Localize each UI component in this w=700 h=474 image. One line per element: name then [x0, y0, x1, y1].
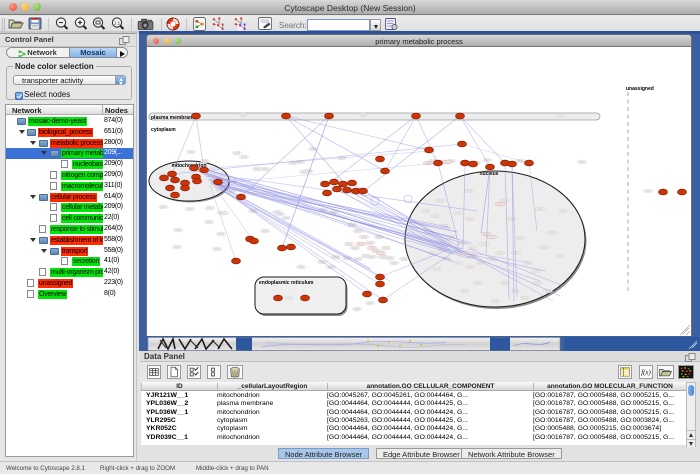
svg-text:1:1: 1:1	[114, 21, 121, 26]
svg-text:cytoplasm: cytoplasm	[151, 127, 176, 133]
svg-text:plasma membrane: plasma membrane	[151, 115, 195, 121]
svg-text:unassigned: unassigned	[626, 86, 654, 92]
svg-text:nucleus: nucleus	[480, 171, 499, 177]
svg-text:f(x): f(x)	[641, 370, 651, 377]
svg-text:endoplasmic reticulum: endoplasmic reticulum	[259, 280, 314, 286]
